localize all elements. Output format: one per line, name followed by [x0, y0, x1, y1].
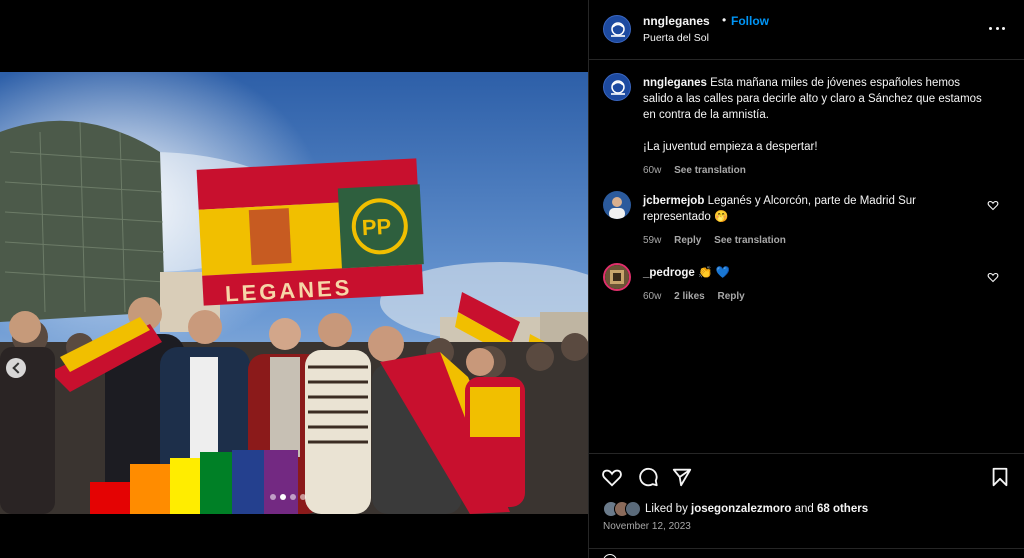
carousel-prev-arrow-icon[interactable] — [6, 358, 26, 378]
profile-photo-icon — [605, 265, 629, 289]
carousel-dots — [270, 494, 306, 500]
share-icon[interactable] — [671, 466, 693, 488]
comment-icon[interactable] — [637, 466, 659, 488]
add-comment-bar[interactable] — [589, 548, 1024, 558]
comments-section[interactable]: nngleganes Esta mañana miles de jóvenes … — [589, 61, 1024, 453]
liked-by-row: Liked by josegonzalezmoro and 68 others — [603, 500, 868, 518]
liked-by-conj: and — [794, 503, 814, 515]
post-actions: Liked by josegonzalezmoro and 68 others … — [589, 453, 1024, 558]
rally-photo-illustration: PP LEGANES — [0, 72, 588, 514]
liked-by-text: Liked by josegonzalezmoro and 68 others — [645, 503, 868, 515]
flag-logo-text: PP — [361, 214, 392, 241]
commenter-avatar[interactable] — [603, 191, 631, 219]
post-photo[interactable]: PP LEGANES — [0, 72, 588, 514]
comment-timestamp[interactable]: 59w — [643, 235, 661, 246]
see-translation-link[interactable]: See translation — [674, 165, 746, 176]
liked-by-others[interactable]: 68 others — [817, 503, 868, 515]
caption-text-line2: ¡La juventud empieza a despertar! — [643, 141, 818, 153]
caption-username[interactable]: nngleganes — [643, 77, 707, 89]
comment-username[interactable]: _pedroge — [643, 267, 695, 279]
follow-button[interactable]: Follow — [731, 14, 769, 28]
commenter-avatar[interactable] — [603, 263, 631, 291]
comment-timestamp[interactable]: 60w — [643, 291, 661, 302]
caption-timestamp[interactable]: 60w — [643, 165, 661, 176]
profile-photo-icon — [603, 191, 631, 219]
party-logo-icon — [611, 22, 625, 37]
liked-by-prefix: Liked by — [645, 503, 688, 515]
header-separator: • — [722, 13, 727, 27]
post-date[interactable]: November 12, 2023 — [603, 521, 691, 532]
comment-likes-count[interactable]: 2 likes — [674, 291, 705, 302]
party-logo-icon — [611, 80, 625, 95]
comment-text: 👏 💙 — [697, 267, 730, 279]
carousel-dot[interactable] — [270, 494, 276, 500]
reply-button[interactable]: Reply — [718, 291, 745, 302]
carousel-dot-active[interactable] — [280, 494, 286, 500]
like-comment-heart-icon[interactable] — [987, 199, 999, 211]
reply-button[interactable]: Reply — [674, 235, 701, 246]
post-header: nngleganes • Follow Puerta del Sol — [589, 0, 1024, 60]
author-username[interactable]: nngleganes — [643, 14, 710, 28]
carousel-dot[interactable] — [300, 494, 306, 500]
caption-avatar[interactable] — [603, 73, 631, 101]
see-translation-link[interactable]: See translation — [714, 235, 786, 246]
post-location[interactable]: Puerta del Sol — [643, 32, 709, 44]
more-options-icon[interactable] — [989, 20, 1005, 36]
liked-by-user[interactable]: josegonzalezmoro — [691, 503, 791, 515]
carousel-dot[interactable] — [290, 494, 296, 500]
author-avatar[interactable] — [603, 15, 631, 43]
comment-username[interactable]: jcbermejob — [643, 195, 704, 207]
like-comment-heart-icon[interactable] — [987, 271, 999, 283]
bookmark-icon[interactable] — [989, 466, 1011, 488]
liker-avatar[interactable] — [625, 501, 641, 517]
post-side-panel: nngleganes • Follow Puerta del Sol nngle… — [588, 0, 1024, 558]
heart-icon[interactable] — [601, 466, 623, 488]
